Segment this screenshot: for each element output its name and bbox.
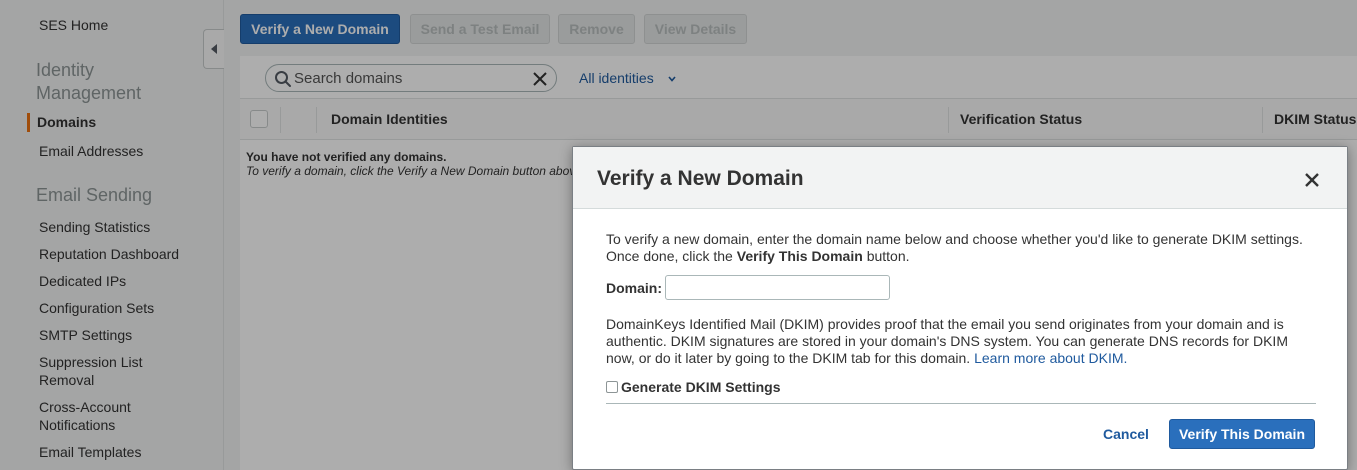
dialog-body: To verify a new domain, enter the domain… xyxy=(606,231,1318,397)
cancel-button[interactable]: Cancel xyxy=(1103,426,1149,442)
dialog-instructions: To verify a new domain, enter the domain… xyxy=(606,231,1303,264)
close-icon[interactable] xyxy=(1304,172,1320,188)
generate-dkim-label[interactable]: Generate DKIM Settings xyxy=(621,379,780,396)
domain-row: Domain: xyxy=(606,275,1318,301)
domain-input[interactable] xyxy=(665,275,890,300)
generate-dkim-checkbox[interactable] xyxy=(606,381,618,393)
verify-domain-dialog: Verify a New Domain To verify a new doma… xyxy=(572,146,1348,470)
learn-more-dkim-link[interactable]: Learn more about DKIM. xyxy=(974,350,1127,366)
domain-label: Domain: xyxy=(606,280,662,296)
dkim-description: DomainKeys Identified Mail (DKIM) provid… xyxy=(606,316,1288,366)
dkim-option-row: Generate DKIM Settings xyxy=(606,379,1318,397)
dialog-divider xyxy=(606,403,1316,404)
verify-this-domain-button[interactable]: Verify This Domain xyxy=(1169,419,1315,449)
instructions-bold-button-name: Verify This Domain xyxy=(736,248,863,264)
dialog-title: Verify a New Domain xyxy=(597,167,804,190)
dialog-header: Verify a New Domain xyxy=(573,147,1347,209)
